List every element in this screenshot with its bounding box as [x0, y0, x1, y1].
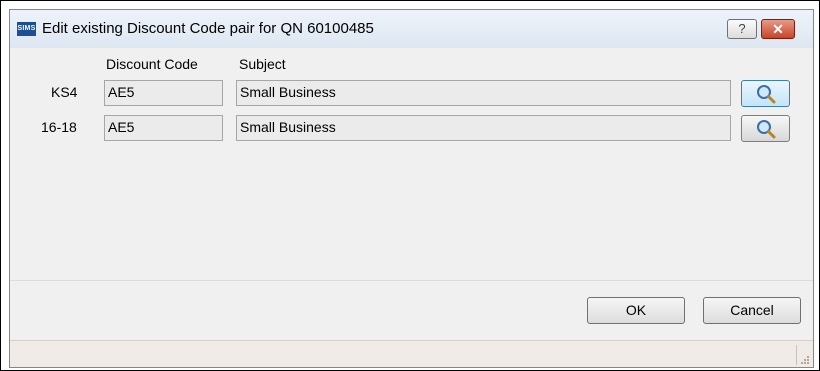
- screenshot-frame: SIMS Edit existing Discount Code pair fo…: [0, 0, 820, 371]
- row-label-ks4: KS4: [51, 84, 78, 100]
- resize-grip-icon[interactable]: [799, 354, 809, 364]
- status-bar-separator: [796, 345, 797, 365]
- lookup-button-16-18[interactable]: [741, 115, 790, 142]
- sims-app-icon: SIMS: [17, 22, 36, 36]
- subject-field-16-18[interactable]: Small Business: [236, 115, 731, 141]
- button-bar: OK Cancel: [10, 280, 813, 341]
- header-subject: Subject: [239, 56, 286, 72]
- help-button[interactable]: ?: [727, 19, 757, 39]
- discount-code-field-ks4[interactable]: AE5: [104, 80, 223, 106]
- close-button[interactable]: ✕: [761, 19, 795, 39]
- magnifier-icon: [757, 120, 776, 139]
- edit-discount-code-dialog: SIMS Edit existing Discount Code pair fo…: [9, 9, 814, 368]
- window-title: Edit existing Discount Code pair for QN …: [42, 20, 374, 37]
- ok-button[interactable]: OK: [587, 297, 685, 324]
- lookup-button-ks4[interactable]: [741, 80, 790, 107]
- content-area: Discount Code Subject KS4 AE5 Small Busi…: [10, 48, 813, 280]
- status-bar: [10, 340, 813, 367]
- discount-code-field-16-18[interactable]: AE5: [104, 115, 223, 141]
- magnifier-icon: [757, 85, 776, 104]
- row-label-16-18: 16-18: [41, 119, 77, 135]
- title-bar: SIMS Edit existing Discount Code pair fo…: [10, 10, 813, 49]
- cancel-button[interactable]: Cancel: [703, 297, 801, 324]
- header-discount-code: Discount Code: [106, 56, 198, 72]
- subject-field-ks4[interactable]: Small Business: [236, 80, 731, 106]
